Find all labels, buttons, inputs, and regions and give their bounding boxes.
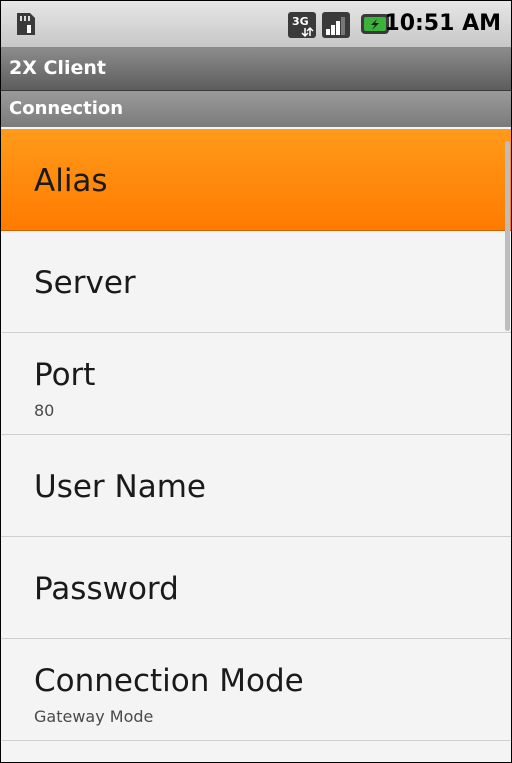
- pref-title: Password: [34, 571, 179, 607]
- section-header-connection: Connection: [1, 91, 511, 127]
- pref-item-server[interactable]: Server: [1, 231, 511, 333]
- pref-item-user-name[interactable]: User Name: [1, 435, 511, 537]
- screen: 3G 10:51 AM 2X Client Connection Alias S…: [0, 0, 512, 763]
- status-bar: 3G 10:51 AM: [1, 1, 511, 48]
- scrollbar[interactable]: [505, 141, 510, 331]
- pref-title: Alias: [34, 163, 108, 199]
- pref-summary: 80: [34, 401, 55, 420]
- preference-list: Alias Server Port 80 User Name Password …: [1, 129, 511, 741]
- pref-title: Server: [34, 265, 136, 301]
- signal-strength-icon: [322, 12, 350, 38]
- app-title: 2X Client: [9, 57, 106, 79]
- pref-title: Connection Mode: [34, 663, 304, 699]
- 3g-data-icon: 3G: [288, 12, 316, 38]
- pref-title: Port: [34, 357, 96, 393]
- section-header-label: Connection: [9, 98, 124, 119]
- pref-item-alias[interactable]: Alias: [1, 129, 511, 231]
- pref-item-port[interactable]: Port 80: [1, 333, 511, 435]
- pref-item-connection-mode[interactable]: Connection Mode Gateway Mode: [1, 639, 511, 741]
- sd-card-icon: [17, 13, 35, 35]
- network-type-label: 3G: [292, 15, 309, 28]
- pref-title: User Name: [34, 469, 206, 505]
- pref-item-password[interactable]: Password: [1, 537, 511, 639]
- status-clock: 10:51 AM: [384, 11, 501, 36]
- pref-summary: Gateway Mode: [34, 707, 154, 726]
- app-title-bar: 2X Client: [1, 48, 511, 91]
